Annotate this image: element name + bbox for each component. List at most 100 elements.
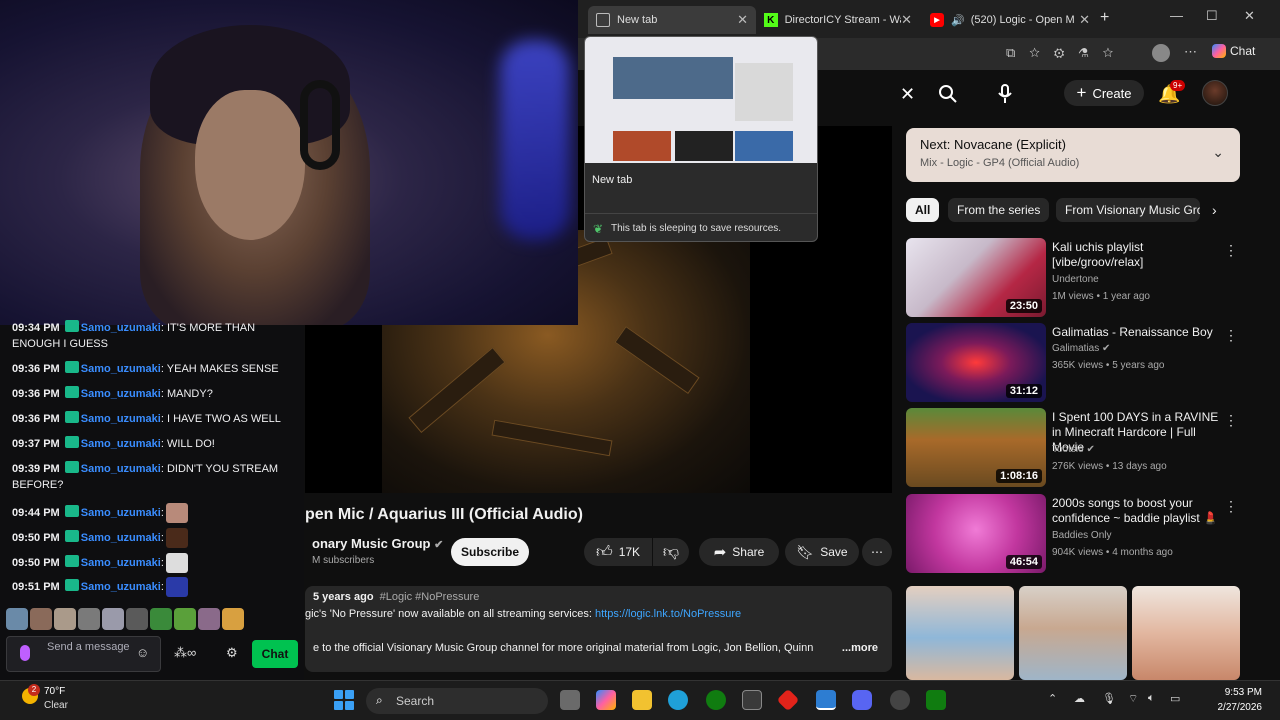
file-explorer-icon[interactable] bbox=[632, 690, 652, 710]
recommendation-item[interactable]: 46:54 2000s songs to boost your confiden… bbox=[906, 494, 1240, 574]
tab-new-tab[interactable]: New tab ✕ bbox=[588, 6, 756, 34]
description-box[interactable]: 5 years ago #Logic #NoPressure gic's 'No… bbox=[305, 586, 892, 672]
channel-name[interactable]: Undertone bbox=[1052, 274, 1099, 285]
chat-username[interactable]: Samo_uzumaki bbox=[81, 532, 161, 544]
chevron-up-icon[interactable]: ⌃ bbox=[1048, 692, 1057, 705]
chat-username[interactable]: Samo_uzumaki bbox=[81, 463, 161, 475]
clock-time[interactable]: 9:53 PM bbox=[1206, 687, 1262, 698]
create-button[interactable]: + Create bbox=[1064, 80, 1144, 106]
video-thumbnail[interactable]: 23:50 bbox=[906, 238, 1046, 317]
chat-username[interactable]: Samo_uzumaki bbox=[81, 388, 161, 400]
chip-from-the-series[interactable]: From the series bbox=[948, 198, 1050, 222]
window-close-icon[interactable]: ✕ bbox=[1244, 8, 1255, 24]
microphone-icon[interactable] bbox=[20, 645, 30, 661]
chip-all[interactable]: All bbox=[906, 198, 940, 222]
maximize-icon[interactable]: ☐ bbox=[1206, 8, 1218, 24]
new-tab-button[interactable]: + bbox=[1100, 9, 1109, 27]
emote-icon[interactable] bbox=[174, 608, 196, 630]
tab-youtube[interactable]: ▶ 🔊 (520) Logic - Open Mic ✕ bbox=[922, 6, 1098, 34]
emote-icon[interactable] bbox=[30, 608, 52, 630]
app-icon[interactable] bbox=[890, 690, 910, 710]
more-icon[interactable]: ⋯ bbox=[1184, 44, 1197, 60]
copilot-icon[interactable] bbox=[596, 690, 616, 710]
chat-username[interactable]: Samo_uzumaki bbox=[81, 557, 161, 569]
more-actions-button[interactable]: ⋯ bbox=[862, 538, 892, 566]
emote-icon[interactable] bbox=[222, 608, 244, 630]
more-vert-icon[interactable]: ⋮ bbox=[1224, 498, 1238, 515]
up-next-panel[interactable]: Next: Novacane (Explicit) Mix - Logic - … bbox=[906, 128, 1240, 182]
recommendation-item[interactable]: 1:08:16 I Spent 100 DAYS in a RAVINE in … bbox=[906, 408, 1240, 488]
minimize-icon[interactable]: — bbox=[1170, 8, 1183, 23]
short-thumbnail[interactable] bbox=[1132, 586, 1240, 680]
microphone-icon[interactable] bbox=[998, 84, 1012, 109]
video-thumbnail[interactable]: 46:54 bbox=[906, 494, 1046, 573]
microphone-icon[interactable]: 🎙︎ bbox=[1102, 692, 1116, 705]
chat-username[interactable]: Samo_uzumaki bbox=[81, 322, 161, 334]
short-thumbnail[interactable] bbox=[906, 586, 1014, 680]
emote-icon[interactable] bbox=[54, 608, 76, 630]
more-link[interactable]: ...more bbox=[842, 642, 878, 654]
emoji-icon[interactable]: ☺ bbox=[136, 645, 149, 660]
clear-search-icon[interactable]: ✕ bbox=[900, 84, 915, 105]
chevron-right-icon[interactable]: › bbox=[1212, 202, 1217, 218]
clock-date[interactable]: 2/27/2026 bbox=[1200, 702, 1263, 713]
volume-icon[interactable]: 🔈︎ bbox=[1148, 692, 1155, 705]
channel-name[interactable]: Galimatias ✔ bbox=[1052, 343, 1110, 354]
gear-icon[interactable]: ⚙ bbox=[226, 645, 238, 661]
cloud-icon[interactable]: ☁ bbox=[1074, 692, 1085, 705]
short-thumbnail[interactable] bbox=[1019, 586, 1127, 680]
video-title[interactable]: 2000s songs to boost your confidence ~ b… bbox=[1052, 496, 1224, 526]
description-link[interactable]: https://logic.lnk.to/NoPressure bbox=[595, 608, 741, 620]
channel-name[interactable]: onary Music Group ✔ bbox=[312, 536, 443, 551]
chip-from-visionary[interactable]: From Visionary Music Group bbox=[1056, 198, 1200, 222]
more-vert-icon[interactable]: ⋮ bbox=[1224, 242, 1238, 259]
profile-icon[interactable] bbox=[1152, 44, 1170, 62]
chat-username[interactable]: Samo_uzumaki bbox=[81, 507, 161, 519]
video-thumbnail[interactable]: 31:12 bbox=[906, 323, 1046, 402]
store-icon[interactable] bbox=[742, 690, 762, 710]
chevron-down-icon[interactable]: ⌄ bbox=[1212, 144, 1224, 161]
chat-username[interactable]: Samo_uzumaki bbox=[81, 581, 161, 593]
task-view-icon[interactable] bbox=[560, 690, 580, 710]
channel-points-icon[interactable]: ⁂∞ bbox=[174, 645, 196, 661]
video-thumbnail[interactable]: 1:08:16 bbox=[906, 408, 1046, 487]
close-icon[interactable]: ✕ bbox=[1079, 12, 1090, 28]
chat-username[interactable]: Samo_uzumaki bbox=[81, 438, 161, 450]
like-button[interactable]: 👍︎ 17K bbox=[584, 538, 652, 566]
more-vert-icon[interactable]: ⋮ bbox=[1224, 327, 1238, 344]
save-button[interactable]: 🔖︎ Save bbox=[785, 538, 859, 566]
app-icon[interactable] bbox=[816, 690, 836, 710]
dislike-button[interactable]: 👎︎ bbox=[653, 538, 689, 566]
channel-name[interactable]: Baddies Only bbox=[1052, 530, 1111, 541]
chat-username[interactable]: Samo_uzumaki bbox=[81, 413, 161, 425]
chat-username[interactable]: Samo_uzumaki bbox=[81, 363, 161, 375]
recommendation-item[interactable]: 31:12 Galimatias - Renaissance Boy Galim… bbox=[906, 323, 1240, 403]
more-vert-icon[interactable]: ⋮ bbox=[1224, 412, 1238, 429]
share-button[interactable]: ➦ Share bbox=[699, 538, 779, 566]
tab-directoricy[interactable]: K DirectorICY Stream - Watch ✕ bbox=[756, 6, 920, 34]
recommendation-item[interactable]: 23:50 Kali uchis playlist [vibe/groov/re… bbox=[906, 238, 1240, 318]
subscribe-button[interactable]: Subscribe bbox=[451, 538, 529, 566]
speaker-icon[interactable]: 🔊 bbox=[951, 14, 965, 27]
xbox-icon[interactable] bbox=[706, 690, 726, 710]
emote-icon[interactable] bbox=[150, 608, 172, 630]
close-icon[interactable]: ✕ bbox=[901, 12, 912, 28]
video-title[interactable]: Kali uchis playlist [vibe/groov/relax] bbox=[1052, 240, 1224, 270]
xbox-app-icon[interactable] bbox=[926, 690, 946, 710]
wifi-icon[interactable]: ⌔ bbox=[1128, 692, 1138, 706]
video-title[interactable]: Galimatias - Renaissance Boy bbox=[1052, 325, 1224, 340]
edge-icon[interactable] bbox=[668, 690, 688, 710]
emote-icon[interactable] bbox=[102, 608, 124, 630]
start-button[interactable] bbox=[334, 690, 354, 710]
search-icon[interactable] bbox=[938, 84, 958, 109]
emote-icon[interactable] bbox=[78, 608, 100, 630]
avatar[interactable] bbox=[1202, 80, 1228, 106]
copilot-chat-button[interactable]: Chat bbox=[1212, 44, 1255, 58]
emote-icon[interactable] bbox=[6, 608, 28, 630]
emote-icon[interactable] bbox=[126, 608, 148, 630]
channel-name[interactable]: Tootsie ✔ bbox=[1052, 444, 1095, 455]
taskbar-search[interactable]: Search bbox=[366, 688, 548, 714]
chat-send-button[interactable]: Chat bbox=[252, 640, 298, 668]
battery-icon[interactable]: ▭ bbox=[1170, 692, 1180, 705]
discord-icon[interactable] bbox=[852, 690, 872, 710]
